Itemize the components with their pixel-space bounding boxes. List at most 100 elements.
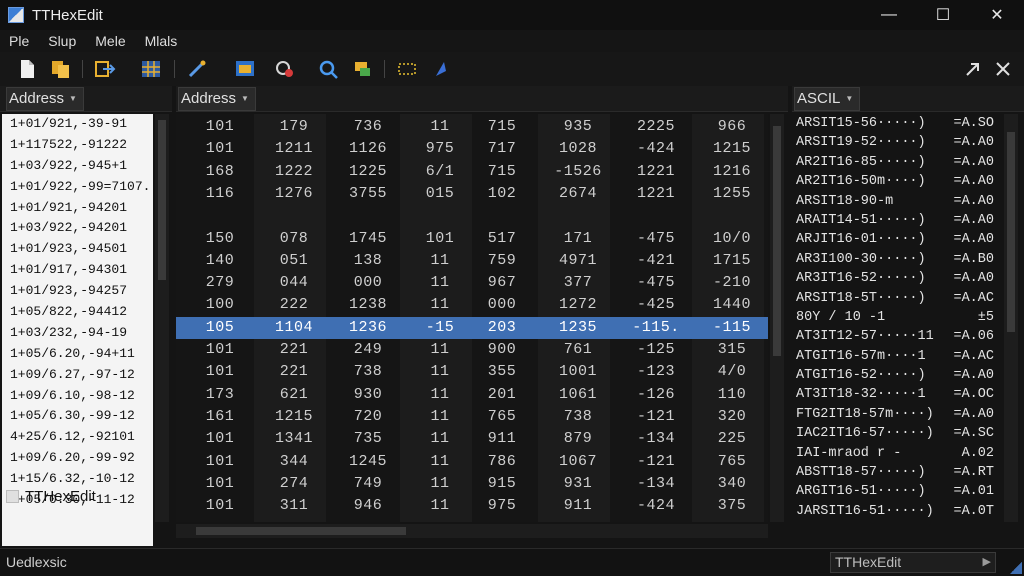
hex-cell[interactable]: 274 — [258, 473, 330, 495]
hex-cell[interactable]: 1215 — [258, 406, 330, 428]
ascii-scrollbar[interactable] — [1004, 114, 1018, 522]
ascii-row[interactable]: AR3IT16-52·····) =A.A0 — [792, 269, 1002, 288]
hex-cell[interactable]: 168 — [184, 161, 256, 183]
hex-cell[interactable]: 621 — [258, 384, 330, 406]
hex-cell[interactable]: 715 — [466, 116, 538, 138]
ascii-row[interactable]: FTG2IT18-57m····) =A.A0 — [792, 405, 1002, 424]
hex-cell[interactable]: 1001 — [542, 361, 614, 383]
hex-cell[interactable]: 2674 — [542, 183, 614, 205]
ascii-row[interactable]: ARSIT15-56·····) =A.SO — [792, 114, 1002, 133]
hex-cell[interactable]: 930 — [332, 384, 404, 406]
hex-row[interactable]: 173 621 930 11 201 1061 -126 110 — [176, 384, 768, 406]
hex-cell[interactable]: 116 — [184, 183, 256, 205]
status-field[interactable]: TTHexEdit ▶ — [830, 552, 996, 573]
ascii-row[interactable]: AR3I100-30·····) =A.B0 — [792, 250, 1002, 269]
ascii-row[interactable]: ARJIT16-01·····) =A.A0 — [792, 230, 1002, 249]
hex-cell[interactable]: 1245 — [332, 451, 404, 473]
new-file-icon[interactable] — [16, 58, 38, 80]
address-row[interactable]: 1+03/922,-945+1 — [2, 156, 153, 177]
left-scrollbar[interactable] — [155, 114, 169, 522]
hex-row[interactable]: 101 1341 735 11 911 879 -134 225 — [176, 428, 768, 450]
hex-row[interactable]: 140 051 138 11 759 4971 -421 1715 — [176, 250, 768, 272]
hex-cell[interactable]: 320 — [696, 406, 768, 428]
address-row[interactable]: 1+05/822,-94412 — [2, 302, 153, 323]
hex-cell[interactable]: 879 — [542, 428, 614, 450]
hex-cell[interactable]: 201 — [466, 384, 538, 406]
hex-row[interactable]: 101 311 946 11 975 911 -424 375 — [176, 495, 768, 517]
address-row[interactable]: 1+01/921,-39-91 — [2, 114, 153, 135]
hex-cell[interactable]: 915 — [466, 473, 538, 495]
ascii-row[interactable]: AT3IT18-32·····1 =A.OC — [792, 385, 1002, 404]
hex-cell[interactable]: -121 — [620, 406, 692, 428]
grid-icon[interactable] — [140, 58, 162, 80]
hex-cell[interactable]: 1255 — [696, 183, 768, 205]
hex-cell[interactable]: 100 — [184, 294, 256, 316]
hex-row[interactable]: 150 078 1745 101 517 171 -475 10/0 — [176, 228, 768, 250]
hex-row[interactable]: 116 1276 3755 015 102 2674 1221 1255 — [176, 183, 768, 205]
hex-cell[interactable]: 355 — [466, 361, 538, 383]
hex-cell[interactable]: 311 — [258, 495, 330, 517]
hex-cell[interactable]: 1222 — [258, 161, 330, 183]
address-row[interactable]: 1+03/232,-94-19 — [2, 323, 153, 344]
resize-grip[interactable] — [1010, 562, 1022, 574]
hex-cell[interactable]: 375 — [696, 495, 768, 517]
hex-cell[interactable]: 279 — [184, 272, 256, 294]
address-row[interactable]: 1+01/921,-94201 — [2, 198, 153, 219]
hex-cell[interactable]: 101 — [184, 473, 256, 495]
ascii-row[interactable]: 80Y / 10 -1 ±5 — [792, 308, 1002, 327]
hex-cell[interactable]: 138 — [332, 250, 404, 272]
hex-vertical-scrollbar[interactable] — [770, 114, 784, 522]
ascii-row[interactable]: AT3IT12-57·····11 =A.06 — [792, 327, 1002, 346]
pointer-icon[interactable] — [430, 58, 452, 80]
ascii-list[interactable]: ARSIT15-56·····) =A.SO ARSIT19-52·····) =A.… — [792, 114, 1002, 522]
ascii-row[interactable]: ARAIT14-51·····) =A.A0 — [792, 211, 1002, 230]
hex-cell[interactable]: 1211 — [258, 138, 330, 160]
hex-cell[interactable]: 4971 — [542, 250, 614, 272]
hex-row-selected[interactable]: 105 1104 1236 -15 203 1235 -115. -115 — [176, 316, 768, 339]
hex-row[interactable]: 161 1215 720 11 765 738 -121 320 — [176, 406, 768, 428]
hex-cell[interactable]: -115. — [620, 317, 692, 339]
ascii-row[interactable]: ARSIT19-52·····) =A.A0 — [792, 133, 1002, 152]
hex-row[interactable] — [176, 205, 768, 227]
hex-cell[interactable]: 101 — [184, 428, 256, 450]
address-row[interactable]: 1+09/6.27,-97-12 — [2, 365, 153, 386]
hex-cell[interactable]: 738 — [332, 361, 404, 383]
address-row[interactable]: 1+01/922,-99=7107. — [2, 177, 153, 198]
hex-cell[interactable]: 1745 — [332, 228, 404, 250]
hex-cell[interactable]: 1215 — [696, 138, 768, 160]
hex-cell[interactable]: 967 — [466, 272, 538, 294]
menu-file[interactable]: Ple — [9, 33, 29, 49]
hex-cell[interactable]: 1272 — [542, 294, 614, 316]
hex-cell[interactable]: 110 — [696, 384, 768, 406]
hex-cell[interactable]: 717 — [466, 138, 538, 160]
hex-cell[interactable]: 765 — [466, 406, 538, 428]
hex-cell[interactable]: 101 — [184, 451, 256, 473]
ascii-row[interactable]: ATGIT16-57m····1 =A.AC — [792, 347, 1002, 366]
hex-row[interactable]: 101 344 1245 11 786 1067 -121 765 — [176, 451, 768, 473]
address-list[interactable]: 1+01/921,-39-91 1+117522,-91222 1+03/922… — [2, 114, 153, 546]
address-row[interactable]: 1+09/6.20,-99-92 — [2, 448, 153, 469]
address-row[interactable]: 4+25/6.12,-92101 — [2, 427, 153, 448]
ascii-row[interactable]: ARSIT18-5T·····) =A.AC — [792, 289, 1002, 308]
hex-cell[interactable]: 1238 — [332, 294, 404, 316]
hex-cell[interactable]: 1104 — [258, 317, 330, 339]
hex-cell[interactable]: 738 — [542, 406, 614, 428]
hex-cell[interactable]: 3755 — [332, 183, 404, 205]
hex-cell[interactable]: 102 — [466, 183, 538, 205]
hex-cell[interactable]: -475 — [620, 228, 692, 250]
hex-cell[interactable]: -1526 — [542, 161, 614, 183]
close-panel-icon[interactable] — [992, 58, 1014, 80]
menu-tools[interactable]: Mlals — [145, 33, 178, 49]
hex-cell[interactable]: -123 — [620, 361, 692, 383]
hex-cell[interactable]: 1235 — [542, 317, 614, 339]
hex-cell[interactable]: -115 — [696, 317, 768, 339]
hex-cell[interactable]: 377 — [542, 272, 614, 294]
hex-cell[interactable]: 720 — [332, 406, 404, 428]
hex-cell[interactable]: 1221 — [620, 161, 692, 183]
hex-cell[interactable]: 249 — [332, 339, 404, 361]
hex-cell[interactable]: 101 — [184, 339, 256, 361]
hex-cell[interactable]: 911 — [542, 495, 614, 517]
hex-cell[interactable]: -125 — [620, 339, 692, 361]
hex-cell[interactable]: 101 — [184, 495, 256, 517]
find-stop-icon[interactable] — [274, 58, 296, 80]
